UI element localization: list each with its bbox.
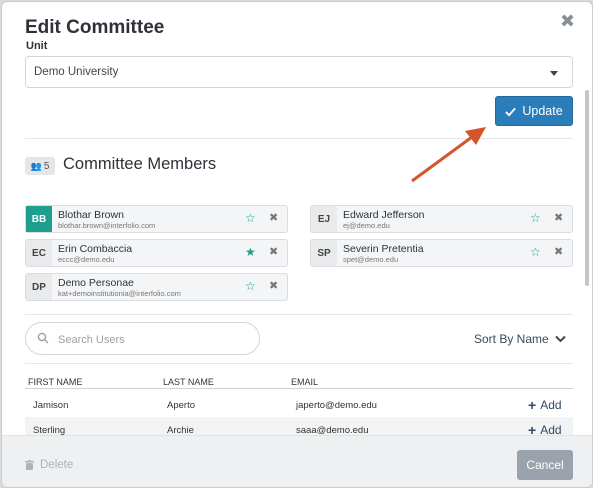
- remove-icon[interactable]: ✖: [269, 279, 278, 292]
- delete-label: Delete: [40, 459, 74, 471]
- add-label: Add: [540, 398, 562, 412]
- cell-email: japerto@demo.edu: [296, 400, 377, 411]
- column-header-first-name: FIRST NAME: [28, 377, 83, 387]
- star-outline-icon[interactable]: ☆: [245, 211, 256, 225]
- member-initials: DP: [26, 274, 52, 300]
- people-icon: 👥: [30, 160, 42, 171]
- member-email: spet@demo.edu: [343, 255, 399, 264]
- chevron-down-icon: [554, 335, 566, 343]
- remove-icon[interactable]: ✖: [269, 245, 278, 258]
- sort-label: Sort By Name: [474, 332, 549, 346]
- column-header-last-name: LAST NAME: [163, 377, 214, 387]
- cell-last-name: Aperto: [167, 400, 195, 411]
- member-initials: EJ: [311, 206, 337, 232]
- cell-first-name: Jamison: [33, 400, 69, 411]
- member-email: blothar.brown@interfolio.com: [58, 221, 156, 230]
- cancel-label: Cancel: [526, 458, 564, 472]
- member-name: Severin Pretentia: [343, 243, 424, 255]
- member-initials: SP: [311, 240, 337, 266]
- update-button-label: Update: [522, 104, 563, 118]
- unit-label: Unit: [26, 40, 48, 52]
- star-filled-icon[interactable]: ★: [245, 245, 256, 259]
- member-count-badge: 👥 5: [25, 157, 55, 175]
- member-name: Edward Jefferson: [343, 209, 425, 221]
- edit-committee-modal: Edit Committee ✖ Unit Demo University Up…: [1, 1, 593, 488]
- star-outline-icon[interactable]: ☆: [530, 211, 541, 225]
- member-card: EJ Edward Jefferson ej@demo.edu ☆ ✖: [310, 205, 573, 233]
- member-email: kat+demoinstitutionia@interfolio.com: [58, 289, 181, 298]
- divider: [25, 314, 573, 315]
- column-header-email: EMAIL: [291, 377, 319, 387]
- committee-members-heading: Committee Members: [63, 155, 217, 173]
- caret-down-icon: [550, 71, 558, 76]
- table-row: Jamison Aperto japerto@demo.edu + Add: [25, 392, 573, 417]
- star-outline-icon[interactable]: ☆: [530, 245, 541, 259]
- sort-dropdown[interactable]: Sort By Name: [474, 332, 566, 346]
- add-user-button[interactable]: + Add: [528, 397, 562, 413]
- plus-icon: +: [528, 397, 537, 413]
- table-header-line: [25, 388, 573, 389]
- delete-button[interactable]: Delete: [25, 459, 73, 471]
- member-initials: BB: [26, 206, 52, 232]
- member-name: Demo Personae: [58, 277, 134, 289]
- member-email: eccc@demo.edu: [58, 255, 115, 264]
- remove-icon[interactable]: ✖: [554, 245, 563, 258]
- unit-select[interactable]: Demo University: [25, 56, 573, 88]
- member-card: EC Erin Combaccia eccc@demo.edu ★ ✖: [25, 239, 288, 267]
- divider: [25, 363, 573, 364]
- member-count: 5: [43, 160, 50, 172]
- member-initials: EC: [26, 240, 52, 266]
- member-card: DP Demo Personae kat+demoinstitutionia@i…: [25, 273, 288, 301]
- member-card: BB Blothar Brown blothar.brown@interfoli…: [25, 205, 288, 233]
- star-outline-icon[interactable]: ☆: [245, 279, 256, 293]
- search-users-input[interactable]: [56, 329, 250, 351]
- modal-footer: Delete Cancel: [2, 435, 592, 487]
- search-box: [25, 322, 260, 355]
- remove-icon[interactable]: ✖: [269, 211, 278, 224]
- trash-icon: [25, 460, 34, 470]
- update-button[interactable]: Update: [495, 96, 573, 126]
- search-icon: [37, 332, 49, 344]
- unit-select-value: Demo University: [34, 66, 119, 78]
- check-icon: [505, 107, 517, 117]
- modal-title: Edit Committee: [25, 17, 165, 38]
- divider: [25, 138, 573, 139]
- member-name: Blothar Brown: [58, 209, 124, 221]
- member-name: Erin Combaccia: [58, 243, 133, 255]
- scrollbar[interactable]: [585, 90, 589, 286]
- member-card: SP Severin Pretentia spet@demo.edu ☆ ✖: [310, 239, 573, 267]
- close-icon[interactable]: ✖: [560, 11, 575, 32]
- cancel-button[interactable]: Cancel: [517, 450, 573, 480]
- remove-icon[interactable]: ✖: [554, 211, 563, 224]
- member-email: ej@demo.edu: [343, 221, 390, 230]
